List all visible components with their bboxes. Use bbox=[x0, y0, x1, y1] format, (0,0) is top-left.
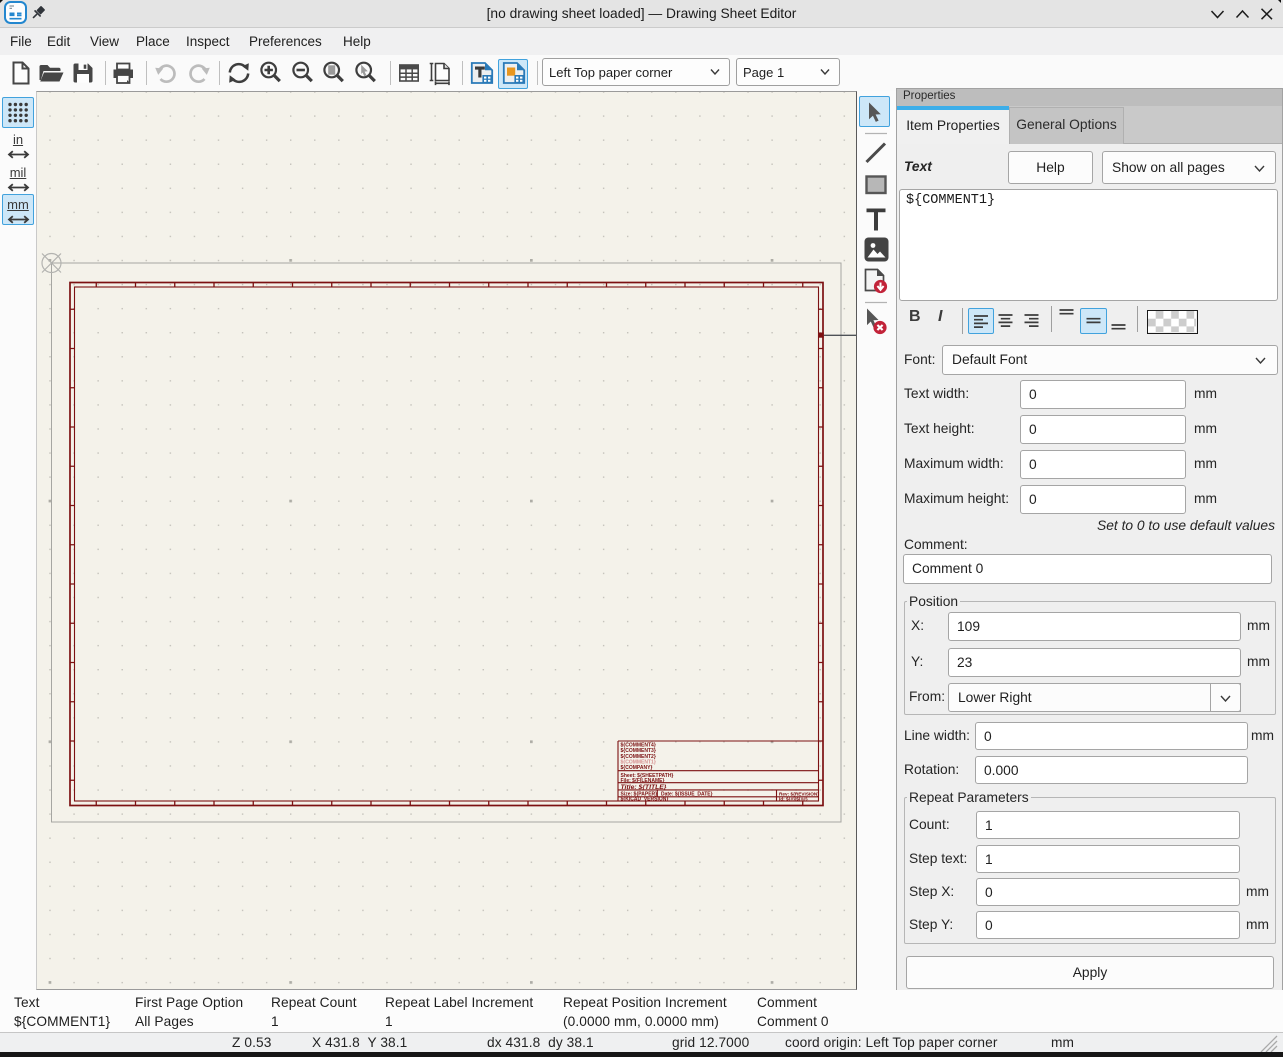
svg-text:${COMPANY}: ${COMPANY} bbox=[621, 765, 653, 771]
svg-text:Id: ${#}/${##}: Id: ${#}/${##} bbox=[779, 797, 808, 802]
svg-text:Title: ${TITLE}: Title: ${TITLE} bbox=[621, 784, 667, 791]
svg-text:${KICAD_VERSION}: ${KICAD_VERSION} bbox=[621, 797, 669, 803]
svg-text:Date: ${ISSUE_DATE}: Date: ${ISSUE_DATE} bbox=[661, 792, 713, 798]
